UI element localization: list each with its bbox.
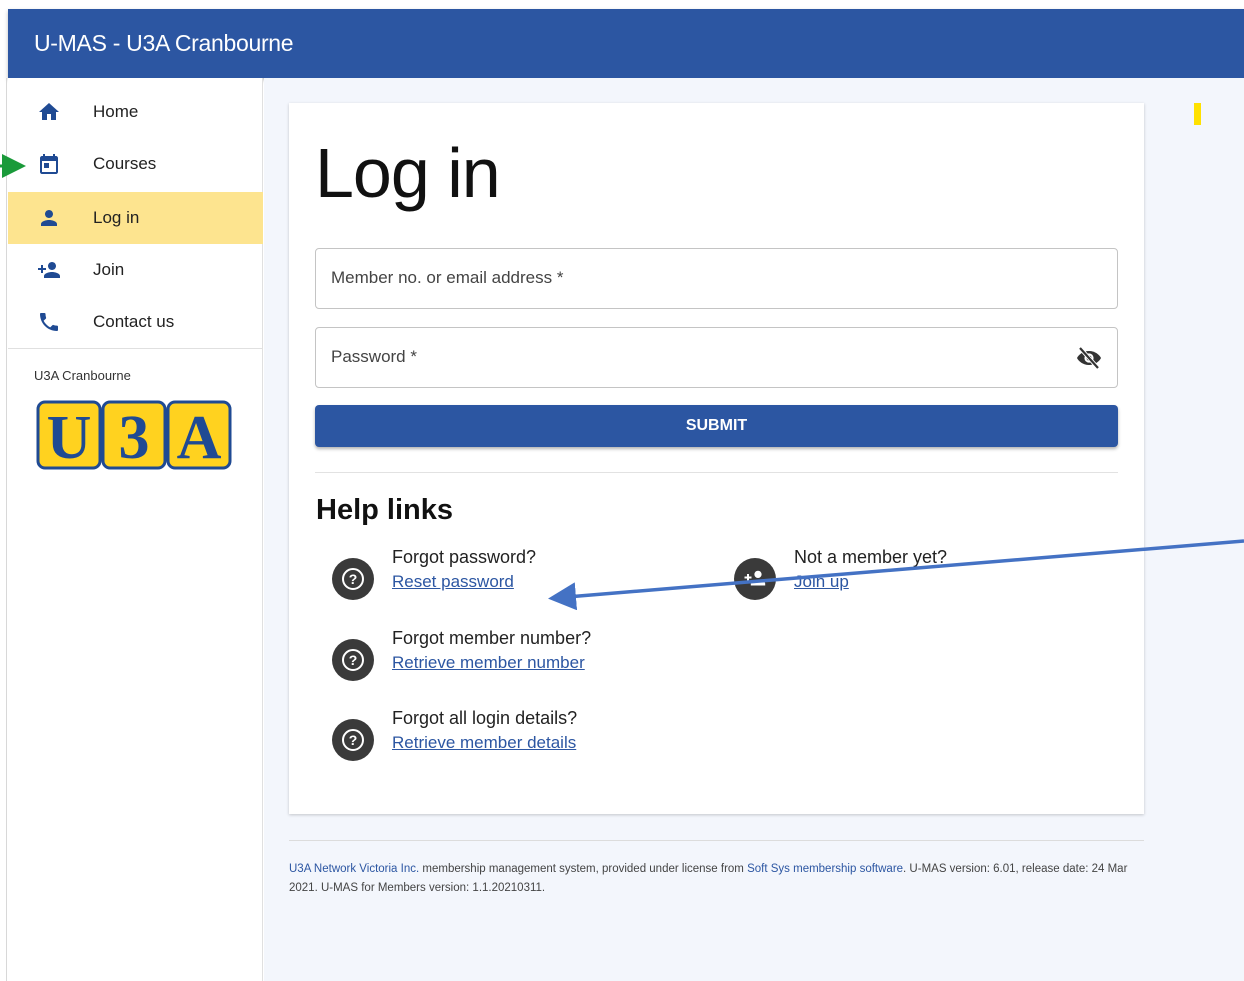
- sidebar-item-home[interactable]: Home: [8, 86, 263, 138]
- svg-text:A: A: [177, 404, 222, 470]
- sidebar-item-label: Join: [93, 260, 125, 279]
- member-field-label: Member no. or email address *: [331, 268, 564, 287]
- highlight-marker: [1194, 103, 1201, 125]
- help-question: Forgot all login details?: [392, 708, 578, 728]
- sidebar-item-label: Home: [93, 102, 139, 121]
- help-question: Forgot member number?: [392, 628, 592, 648]
- page-title: Log in: [315, 134, 501, 212]
- sidebar: Home Courses Log in Join Contact us U3A …: [8, 78, 263, 981]
- person-icon: [36, 205, 62, 231]
- app-title: U-MAS - U3A Cranbourne: [34, 30, 294, 56]
- sidebar-item-contact[interactable]: Contact us: [8, 296, 263, 348]
- person-add-icon: [36, 257, 62, 283]
- svg-text:?: ?: [349, 652, 358, 668]
- retrieve-member-details-link[interactable]: Retrieve member details: [392, 733, 576, 753]
- footer: U3A Network Victoria Inc. membership man…: [289, 860, 1149, 898]
- sidebar-item-join[interactable]: Join: [8, 244, 263, 296]
- svg-text:U: U: [47, 404, 92, 470]
- join-up-link[interactable]: Join up: [794, 572, 849, 592]
- footer-divider: [289, 840, 1144, 841]
- card-divider: [315, 472, 1118, 473]
- sidebar-item-label: Contact us: [93, 312, 175, 331]
- help-links-title: Help links: [316, 494, 453, 526]
- sidebar-item-courses[interactable]: Courses: [8, 138, 263, 190]
- visibility-off-icon[interactable]: [1075, 345, 1103, 371]
- reset-password-link[interactable]: Reset password: [392, 572, 514, 592]
- password-field[interactable]: Password *: [315, 327, 1118, 388]
- svg-text:3: 3: [119, 404, 150, 470]
- svg-text:?: ?: [349, 571, 358, 587]
- calendar-icon: [36, 151, 62, 177]
- login-card: Log in Member no. or email address * Pas…: [289, 103, 1144, 814]
- person-add-icon: [734, 558, 776, 600]
- retrieve-member-number-link[interactable]: Retrieve member number: [392, 653, 585, 673]
- sidebar-item-login[interactable]: Log in: [8, 192, 263, 244]
- password-field-label: Password *: [331, 347, 417, 366]
- help-icon: ?: [332, 558, 374, 600]
- sidebar-divider: [8, 348, 263, 349]
- help-question: Not a member yet?: [794, 547, 948, 567]
- u3a-logo: U 3 A: [36, 400, 232, 472]
- app-header: U-MAS - U3A Cranbourne: [8, 9, 1244, 78]
- footer-link-softsys[interactable]: Soft Sys membership software: [747, 863, 903, 875]
- svg-text:?: ?: [349, 732, 358, 748]
- window-edge: [6, 78, 7, 981]
- footer-link-network[interactable]: U3A Network Victoria Inc.: [289, 863, 419, 875]
- phone-icon: [36, 309, 62, 335]
- help-icon: ?: [332, 719, 374, 761]
- submit-button[interactable]: SUBMIT: [315, 405, 1118, 447]
- org-name: U3A Cranbourne: [34, 368, 131, 383]
- sidebar-item-label: Log in: [93, 208, 140, 227]
- member-field[interactable]: Member no. or email address *: [315, 248, 1118, 309]
- help-icon: ?: [332, 639, 374, 681]
- home-icon: [36, 99, 62, 125]
- sidebar-item-label: Courses: [93, 154, 157, 173]
- footer-text: membership management system, provided u…: [419, 863, 748, 875]
- help-question: Forgot password?: [392, 547, 537, 567]
